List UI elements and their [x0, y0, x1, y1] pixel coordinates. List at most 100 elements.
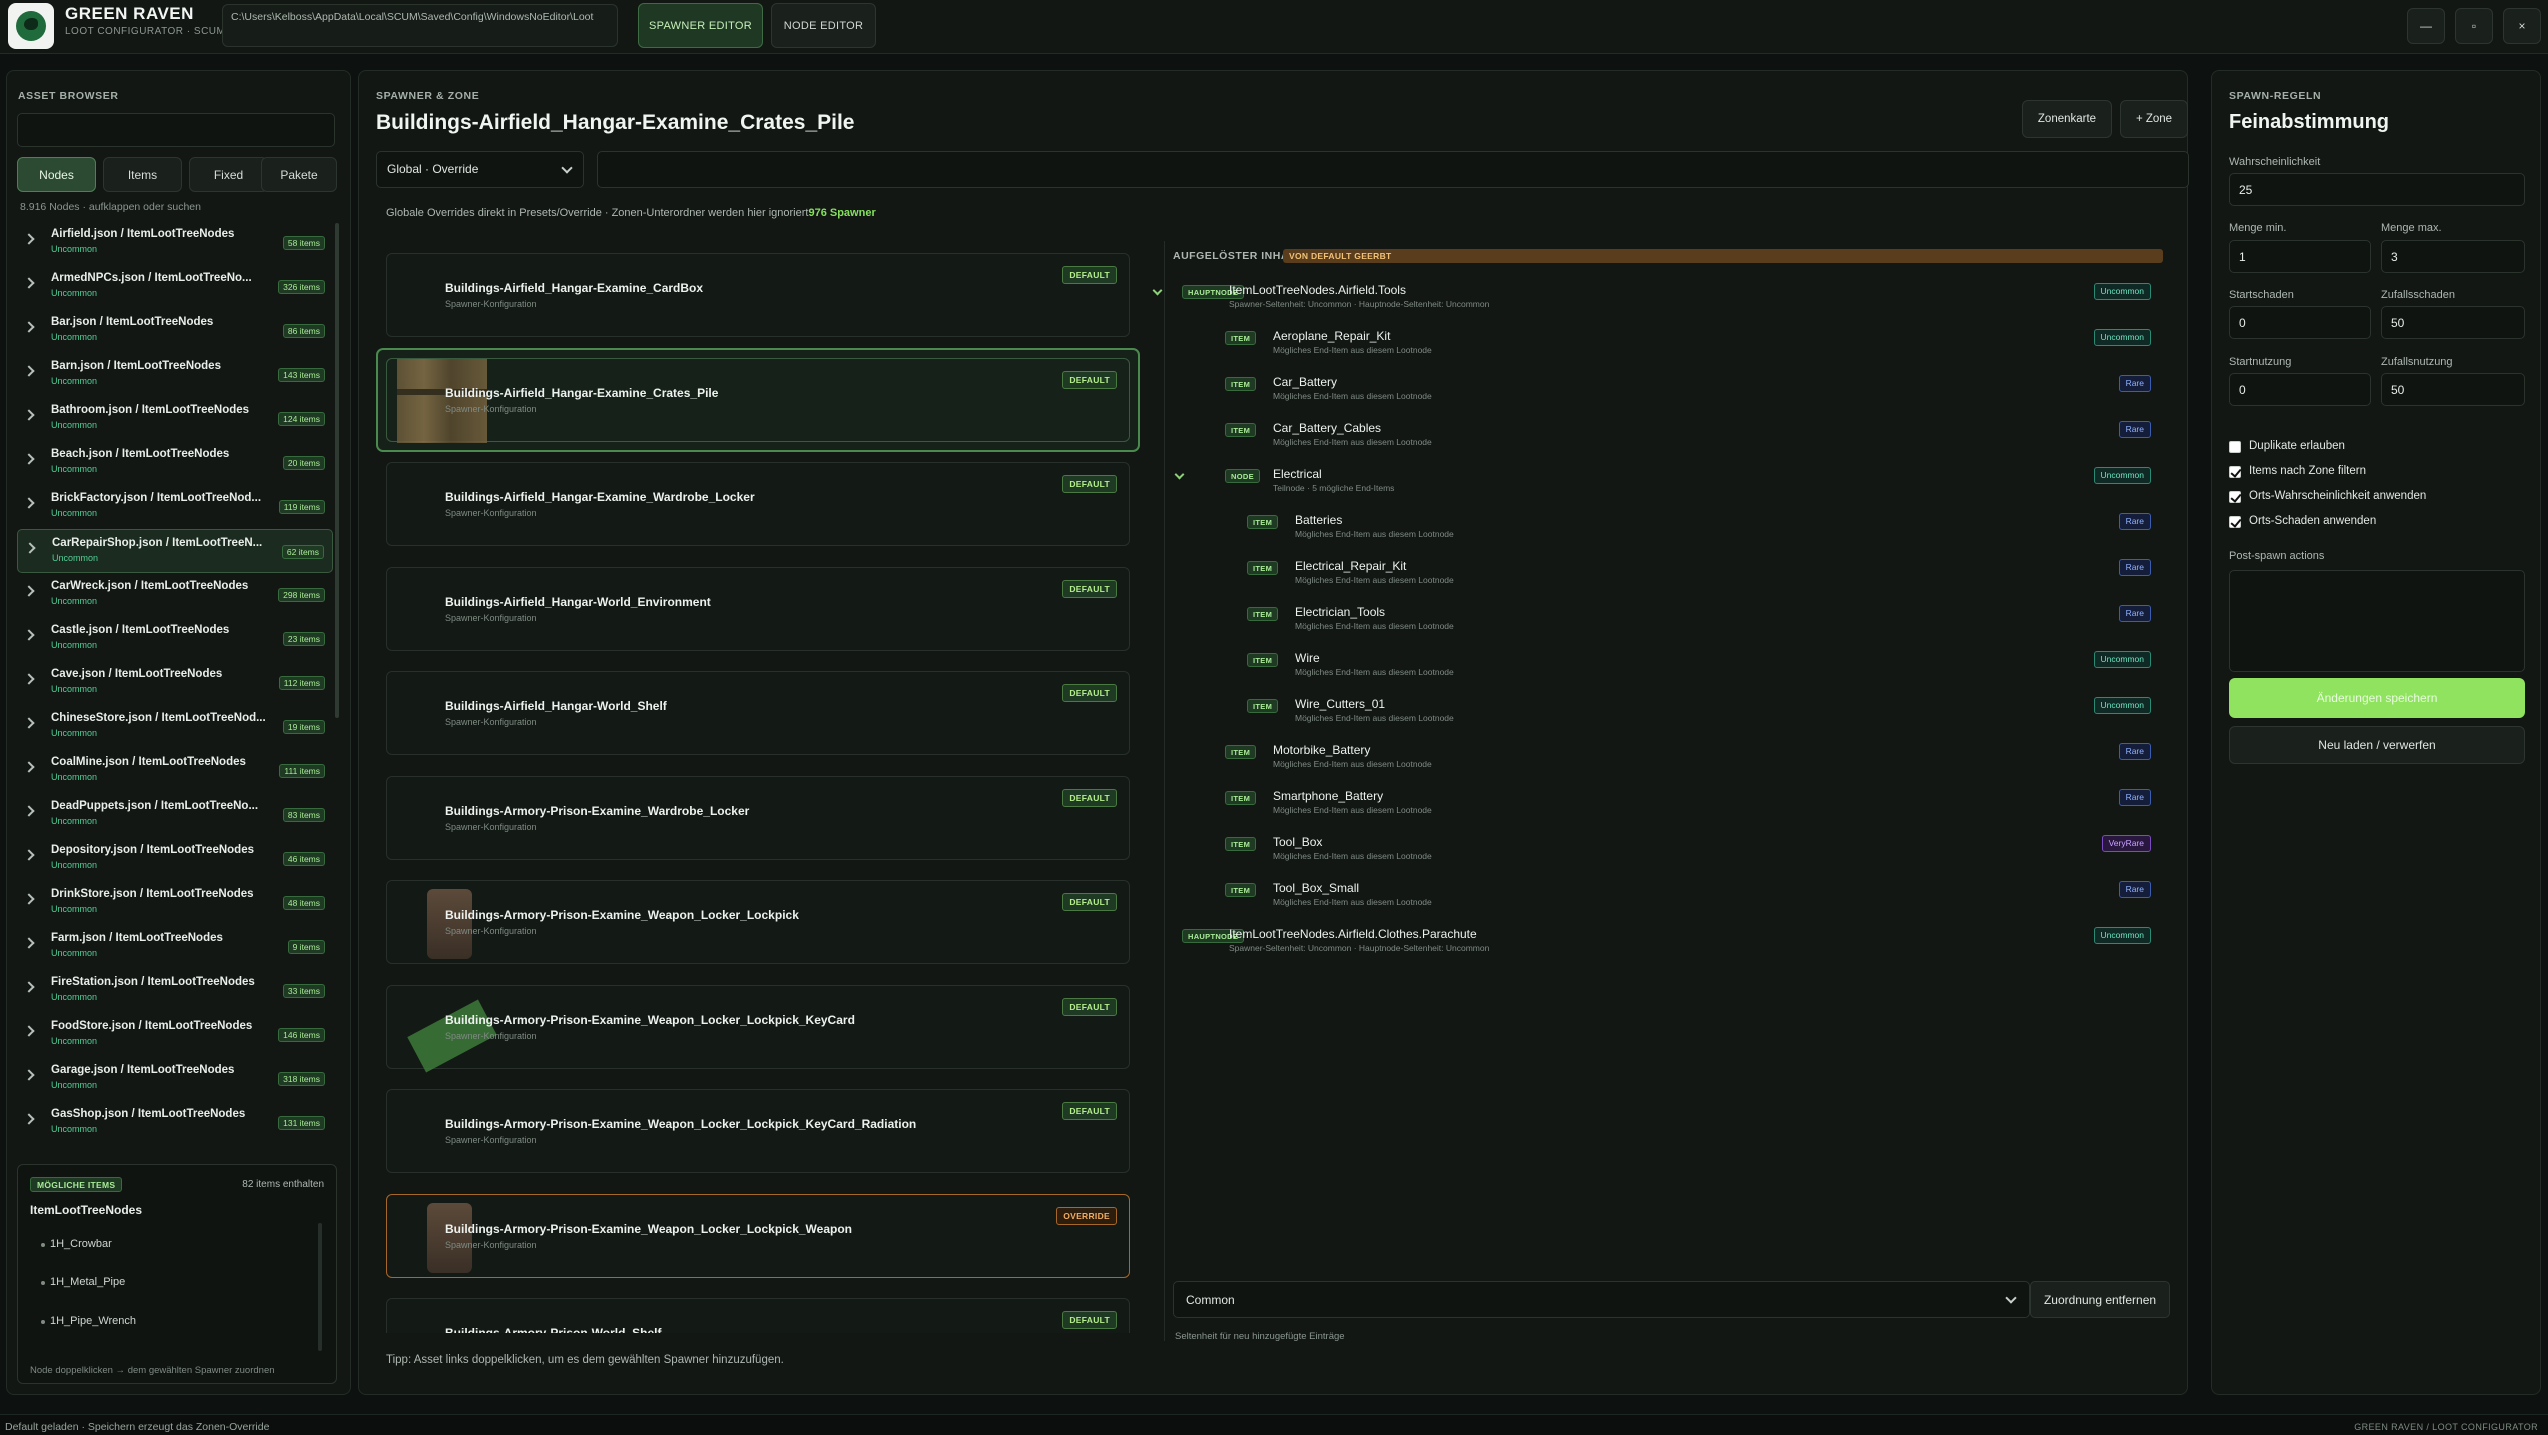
remove-assignment-button[interactable]: Zuordnung entfernen — [2030, 1281, 2170, 1318]
spawner-card[interactable]: Buildings-Armory-Prison-World_ShelfSpawn… — [376, 1288, 1140, 1333]
chevron-right-icon[interactable] — [23, 365, 35, 377]
random-usage-input[interactable]: 50 — [2381, 373, 2525, 406]
loot-tree-row[interactable]: ITEM Aeroplane_Repair_Kit Mögliches End-It… — [1165, 329, 2165, 375]
node-list-item[interactable]: CoalMine.json / ItemLootTreeNodes Uncommo… — [17, 749, 333, 793]
loot-tree-row[interactable]: ITEM Motorbike_Battery Mögliches End-Item … — [1165, 743, 2165, 789]
loot-tree-row[interactable]: ITEM Tool_Box Mögliches End-Item aus diese… — [1165, 835, 2165, 881]
spawner-card[interactable]: Buildings-Airfield_Hangar-Examine_Crates… — [376, 347, 1140, 452]
chevron-right-icon[interactable] — [23, 805, 35, 817]
spawner-card[interactable]: Buildings-Armory-Prison-Examine_Weapon_L… — [376, 975, 1140, 1079]
node-list-item[interactable]: Barn.json / ItemLootTreeNodes Uncommon 143… — [17, 353, 333, 397]
tab-items[interactable]: Items — [103, 157, 182, 192]
minimize-button[interactable]: — — [2407, 8, 2445, 44]
loot-tree-row[interactable]: ITEM Car_Battery Mögliches End-Item aus di… — [1165, 375, 2165, 421]
node-list-item[interactable]: Garage.json / ItemLootTreeNodes Uncommon 3… — [17, 1057, 333, 1101]
chevron-right-icon[interactable] — [23, 321, 35, 333]
loot-tree-row[interactable]: ITEM Electrician_Tools Mögliches End-Item … — [1165, 605, 2165, 651]
chevron-right-icon[interactable] — [23, 673, 35, 685]
chevron-right-icon[interactable] — [23, 585, 35, 597]
node-list-item[interactable]: Castle.json / ItemLootTreeNodes Uncommon 2… — [17, 617, 333, 661]
spawner-card[interactable]: Buildings-Armory-Prison-Examine_Weapon_L… — [376, 870, 1140, 974]
quantity-max-input[interactable]: 3 — [2381, 240, 2525, 273]
chevron-right-icon[interactable] — [23, 1069, 35, 1081]
possible-item[interactable]: 1H_Metal_Pipe — [40, 1276, 125, 1288]
node-list-item[interactable]: Bar.json / ItemLootTreeNodes Uncommon 86 i… — [17, 309, 333, 353]
loot-tree-row[interactable]: ITEM Tool_Box_Small Mögliches End-Item aus… — [1165, 881, 2165, 927]
chevron-right-icon[interactable] — [23, 981, 35, 993]
post-spawn-actions-textarea[interactable] — [2229, 570, 2525, 672]
node-list-item[interactable]: GasShop.json / ItemLootTreeNodes Uncommon… — [17, 1101, 333, 1145]
probability-input[interactable]: 25 — [2229, 173, 2525, 206]
spawner-card[interactable]: Buildings-Armory-Prison-Examine_Weapon_L… — [376, 1184, 1140, 1288]
node-list-item[interactable]: Airfield.json / ItemLootTreeNodes Uncommo… — [17, 221, 333, 265]
node-list-item[interactable]: ChineseStore.json / ItemLootTreeNod... Un… — [17, 705, 333, 749]
node-list-item[interactable]: ArmedNPCs.json / ItemLootTreeNo... Uncomm… — [17, 265, 333, 309]
spawner-card[interactable]: Buildings-Airfield_Hangar-Examine_CardBo… — [376, 243, 1140, 347]
loot-tree-row[interactable]: NODE Electrical Teilnode · 5 mögliche End-… — [1165, 467, 2165, 513]
node-list-item[interactable]: Farm.json / ItemLootTreeNodes Uncommon 9 i… — [17, 925, 333, 969]
possible-items-scrollbar[interactable] — [318, 1223, 322, 1351]
checkbox[interactable] — [2229, 466, 2241, 478]
tab-fixed[interactable]: Fixed — [189, 157, 268, 192]
loot-tree-row[interactable]: ITEM Wire Mögliches End-Item aus diesem Lo… — [1165, 651, 2165, 697]
possible-item[interactable]: 1H_Crowbar — [41, 1238, 112, 1250]
spawner-card[interactable]: Buildings-Airfield_Hangar-World_Environm… — [376, 557, 1140, 661]
reload-discard-button[interactable]: Neu laden / verwerfen — [2229, 726, 2525, 764]
start-usage-input[interactable]: 0 — [2229, 373, 2371, 406]
chevron-right-icon[interactable] — [23, 233, 35, 245]
node-list-item[interactable]: BrickFactory.json / ItemLootTreeNod... Un… — [17, 485, 333, 529]
chevron-right-icon[interactable] — [23, 453, 35, 465]
chevron-right-icon[interactable] — [23, 1025, 35, 1037]
node-list-item[interactable]: CarWreck.json / ItemLootTreeNodes Uncommo… — [17, 573, 333, 617]
loot-tree-row[interactable]: ITEM Smartphone_Battery Mögliches End-Item… — [1165, 789, 2165, 835]
close-button[interactable]: × — [2503, 8, 2541, 44]
tab-node-editor[interactable]: NODE EDITOR — [771, 3, 876, 48]
chevron-right-icon[interactable] — [23, 761, 35, 773]
maximize-button[interactable]: ▫ — [2455, 8, 2493, 44]
checkbox[interactable] — [2229, 516, 2241, 528]
spawner-card[interactable]: Buildings-Airfield_Hangar-Examine_Wardro… — [376, 452, 1140, 556]
add-zone-button[interactable]: + Zone — [2120, 100, 2188, 138]
loot-tree-row[interactable]: ITEM Electrical_Repair_Kit Mögliches End-I… — [1165, 559, 2165, 605]
chevron-right-icon[interactable] — [23, 849, 35, 861]
loot-tree-row[interactable]: ITEM Batteries Mögliches End-Item aus dies… — [1165, 513, 2165, 559]
node-list-item[interactable]: Depository.json / ItemLootTreeNodes Uncom… — [17, 837, 333, 881]
random-damage-input[interactable]: 50 — [2381, 306, 2525, 339]
chevron-right-icon[interactable] — [23, 937, 35, 949]
chevron-right-icon[interactable] — [24, 542, 36, 554]
zone-map-button[interactable]: Zonenkarte — [2022, 100, 2112, 138]
loot-tree-row[interactable]: HAUPTNODE ItemLootTreeNodes.Airfield.Clot… — [1165, 927, 2165, 973]
tab-nodes[interactable]: Nodes — [17, 157, 96, 192]
node-list-item[interactable]: FireStation.json / ItemLootTreeNodes Unco… — [17, 969, 333, 1013]
loot-tree-row[interactable]: HAUPTNODE ItemLootTreeNodes.Airfield.Tool… — [1152, 283, 2165, 329]
chevron-right-icon[interactable] — [23, 409, 35, 421]
loot-path-field[interactable]: C:\Users\Kelboss\AppData\Local\SCUM\Save… — [222, 4, 618, 47]
node-list-item[interactable]: FoodStore.json / ItemLootTreeNodes Uncomm… — [17, 1013, 333, 1057]
node-list-item[interactable]: Beach.json / ItemLootTreeNodes Uncommon 20… — [17, 441, 333, 485]
quantity-min-input[interactable]: 1 — [2229, 240, 2371, 273]
chevron-down-icon[interactable] — [1174, 469, 1185, 480]
checkbox[interactable] — [2229, 491, 2241, 503]
new-entry-rarity-select[interactable]: Common — [1173, 1281, 2030, 1318]
node-list-item[interactable]: CarRepairShop.json / ItemLootTreeN... Unc… — [17, 529, 333, 573]
chevron-right-icon[interactable] — [23, 1113, 35, 1125]
save-changes-button[interactable]: Änderungen speichern — [2229, 678, 2525, 718]
spawner-card[interactable]: Buildings-Armory-Prison-Examine_Wardrobe… — [376, 766, 1140, 870]
spawner-card[interactable]: Buildings-Armory-Prison-Examine_Weapon_L… — [376, 1079, 1140, 1183]
chevron-right-icon[interactable] — [23, 629, 35, 641]
chevron-right-icon[interactable] — [23, 717, 35, 729]
tab-spawner-editor[interactable]: SPAWNER EDITOR — [638, 3, 763, 48]
node-list-item[interactable]: Bathroom.json / ItemLootTreeNodes Uncommo… — [17, 397, 333, 441]
possible-item[interactable]: 1H_Pipe_Wrench — [40, 1315, 136, 1327]
chevron-right-icon[interactable] — [23, 893, 35, 905]
node-list-scrollbar[interactable] — [335, 223, 339, 718]
loot-tree-row[interactable]: ITEM Wire_Cutters_01 Mögliches End-Item au… — [1165, 697, 2165, 743]
start-damage-input[interactable]: 0 — [2229, 306, 2371, 339]
tab-pakete[interactable]: Pakete — [261, 157, 337, 192]
node-list-item[interactable]: DeadPuppets.json / ItemLootTreeNo... Unco… — [17, 793, 333, 837]
chevron-right-icon[interactable] — [23, 277, 35, 289]
spawner-card[interactable]: Buildings-Airfield_Hangar-World_Shelf Spa… — [376, 661, 1140, 765]
spawner-filter-input[interactable] — [597, 151, 2189, 188]
checkbox[interactable] — [2229, 441, 2241, 453]
node-list-item[interactable]: DrinkStore.json / ItemLootTreeNodes Uncom… — [17, 881, 333, 925]
